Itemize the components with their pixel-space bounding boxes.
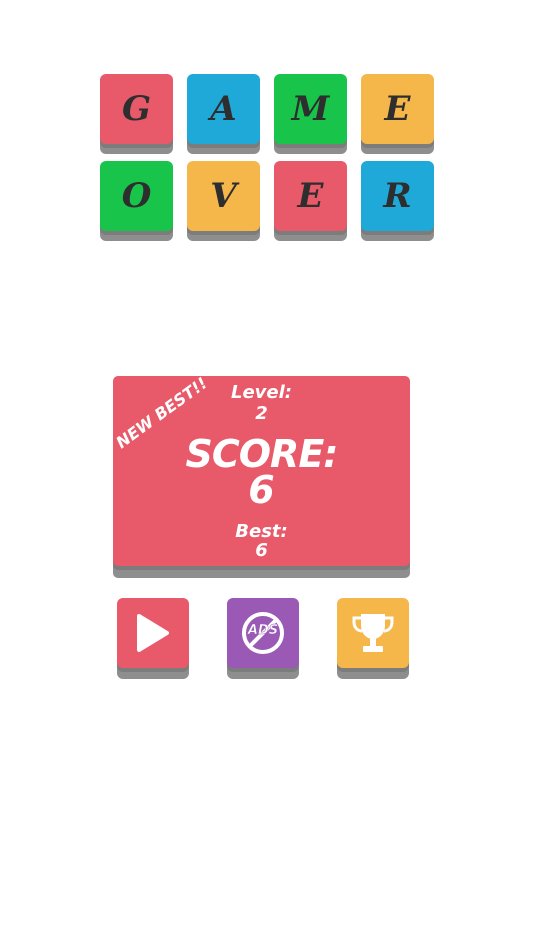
tile-letter: O [121,176,152,216]
title-tile-m: M [274,74,347,144]
no-ads-button[interactable]: ADS [227,598,299,668]
no-ads-label: ADS [247,623,279,639]
score-value: 6 [248,468,275,512]
tile-letter: A [210,89,237,129]
tile-letter: E [384,89,411,129]
title-tile-g: G [100,74,173,144]
no-ads-icon: ADS [240,610,286,656]
title-tile-e: E [361,74,434,144]
leaderboard-button[interactable] [337,598,409,668]
tile-letter: M [291,89,330,129]
title-tile-o: O [100,161,173,231]
tile-letter: R [383,176,412,216]
play-button[interactable] [117,598,189,668]
tile-letter: V [210,176,237,216]
tile-letter: E [297,176,324,216]
best-value: 6 [255,540,268,561]
best-label: Best: [235,521,288,542]
play-icon [137,614,169,652]
trophy-icon [352,614,394,652]
title-tile-a: A [187,74,260,144]
level-label: Level: [231,382,292,403]
tile-letter: G [121,89,152,129]
title-tile-v: V [187,161,260,231]
title-tile-e2: E [274,161,347,231]
title-tile-r: R [361,161,434,231]
